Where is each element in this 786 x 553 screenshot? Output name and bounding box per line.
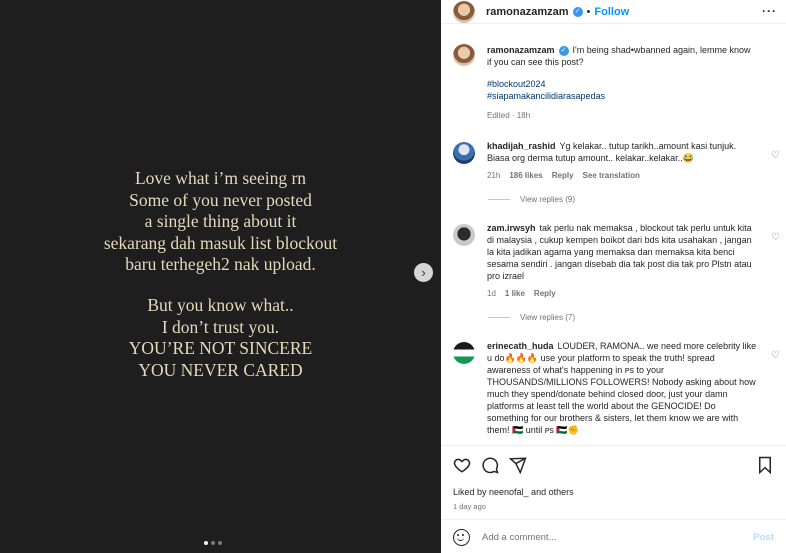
like-comment-heart-icon[interactable]: ♡ [771,350,780,361]
comment-item: zam.irwsyh tak perlu nak memaksa , blocko… [441,218,786,300]
comment-item: erinecath_huda LOUDER, RAMONA.. we need m… [441,336,786,436]
comments-list[interactable]: ramonazamzam ✓ I'm being shad•wbanned agai… [441,32,786,445]
view-replies-label: View replies (7) [520,313,575,322]
story-line: Some of you never posted [129,189,312,210]
share-icon[interactable] [509,456,527,474]
hashtag-link[interactable]: #siapamakancilidiarasapedas [487,90,757,102]
story-line: I don’t trust you. [161,316,280,337]
carousel-dots [204,541,222,545]
separator-dot: • [586,5,591,18]
carousel-dot-active [204,541,208,545]
comment-body: erinecath_huda LOUDER, RAMONA.. we need m… [487,340,757,436]
next-slide-button[interactable]: › [414,263,433,282]
caption-username[interactable]: ramonazamzam [487,45,555,55]
emoji-icon[interactable] [453,528,470,546]
post-media: Love what i’m seeing rn Some of you neve… [0,0,441,553]
hashtag-link[interactable]: #blockout2024 [487,78,757,90]
save-bookmark-icon[interactable] [756,456,774,474]
header-username[interactable]: ramonazamzam [486,6,569,18]
comment-username[interactable]: khadijah_rashid [487,141,556,151]
story-spacer [0,276,441,295]
carousel-dot [211,541,215,545]
story-line: But you know what.. [147,294,294,315]
carousel-dot [218,541,222,545]
replies-divider [488,199,510,200]
comment-body: khadijah_rashid Yg kelakar.. tutup tarikh… [487,140,757,182]
story-line: Love what i’m seeing rn [134,168,307,188]
replies-divider [488,317,510,318]
comment-item: khadijah_rashid Yg kelakar.. tutup tarikh… [441,136,786,182]
action-icons [453,456,774,476]
post-actions: Liked by neenofal_ and others 1 day ago … [441,445,786,553]
view-replies-button[interactable]: View replies (7) [488,313,786,322]
story-line: sekarang dah masuk list blockout [103,232,338,253]
add-comment-bar: Post [441,519,786,553]
follow-button[interactable]: Follow [594,6,629,18]
story-line: YOU’RE NOT SINCERE [128,338,313,359]
story-line: baru terhegeh2 nak upload. [125,254,316,275]
comment-time: 1d [487,289,496,298]
post-comment-button[interactable]: Post [753,532,774,543]
caption: ramonazamzam ✓ I'm being shad•wbanned agai… [441,32,786,122]
verified-badge-icon: ✓ [558,45,569,56]
story-line: a single thing about it [144,211,297,232]
comment-likes[interactable]: 186 likes [509,170,542,182]
comment-username[interactable]: zam.irwsyh [487,223,536,233]
avatar[interactable] [453,342,475,364]
avatar[interactable] [453,224,475,246]
story-text: Love what i’m seeing rn Some of you neve… [0,168,441,381]
avatar[interactable] [453,0,475,23]
comment-input[interactable] [482,531,754,543]
caption-meta: Edited · 18h [487,110,757,122]
view-replies-button[interactable]: View replies (9) [488,195,786,204]
see-translation-link[interactable]: See translation [583,170,640,182]
verified-badge-icon: ✓ [572,6,583,17]
like-comment-heart-icon[interactable]: ♡ [771,232,780,243]
heart-icon[interactable] [453,456,471,474]
comment-body: zam.irwsyh tak perlu nak memaksa , blocko… [487,222,757,300]
reply-button[interactable]: Reply [552,170,574,182]
story-line: YOU NEVER CARED [138,359,303,380]
liked-by-text[interactable]: Liked by neenofal_ and others [453,487,574,497]
post-time: 1 day ago [453,502,486,511]
more-options-icon[interactable]: ··· [762,4,777,18]
view-replies-label: View replies (9) [520,195,575,204]
comment-meta: 1d 1 like Reply [487,288,757,300]
post-panel: ramonazamzam ✓ • Follow ··· ramonazamzam… [441,0,786,553]
comment-likes[interactable]: 1 like [505,288,525,300]
like-comment-heart-icon[interactable]: ♡ [771,150,780,161]
comment-text: LOUDER, RAMONA.. we need more celebrity … [487,341,757,435]
chevron-right-icon: › [421,265,426,280]
reply-button[interactable]: Reply [534,288,556,300]
comment-time: 21h [487,171,501,180]
avatar[interactable] [453,142,475,164]
caption-body: ramonazamzam ✓ I'm being shad•wbanned agai… [487,44,757,122]
edited-label: Edited · 18h [487,111,531,120]
comment-icon[interactable] [481,456,499,474]
comment-username[interactable]: erinecath_huda [487,341,554,351]
post-header: ramonazamzam ✓ • Follow ··· [441,0,786,24]
comment-meta: 21h 186 likes Reply See translation [487,170,757,182]
avatar[interactable] [453,44,475,66]
